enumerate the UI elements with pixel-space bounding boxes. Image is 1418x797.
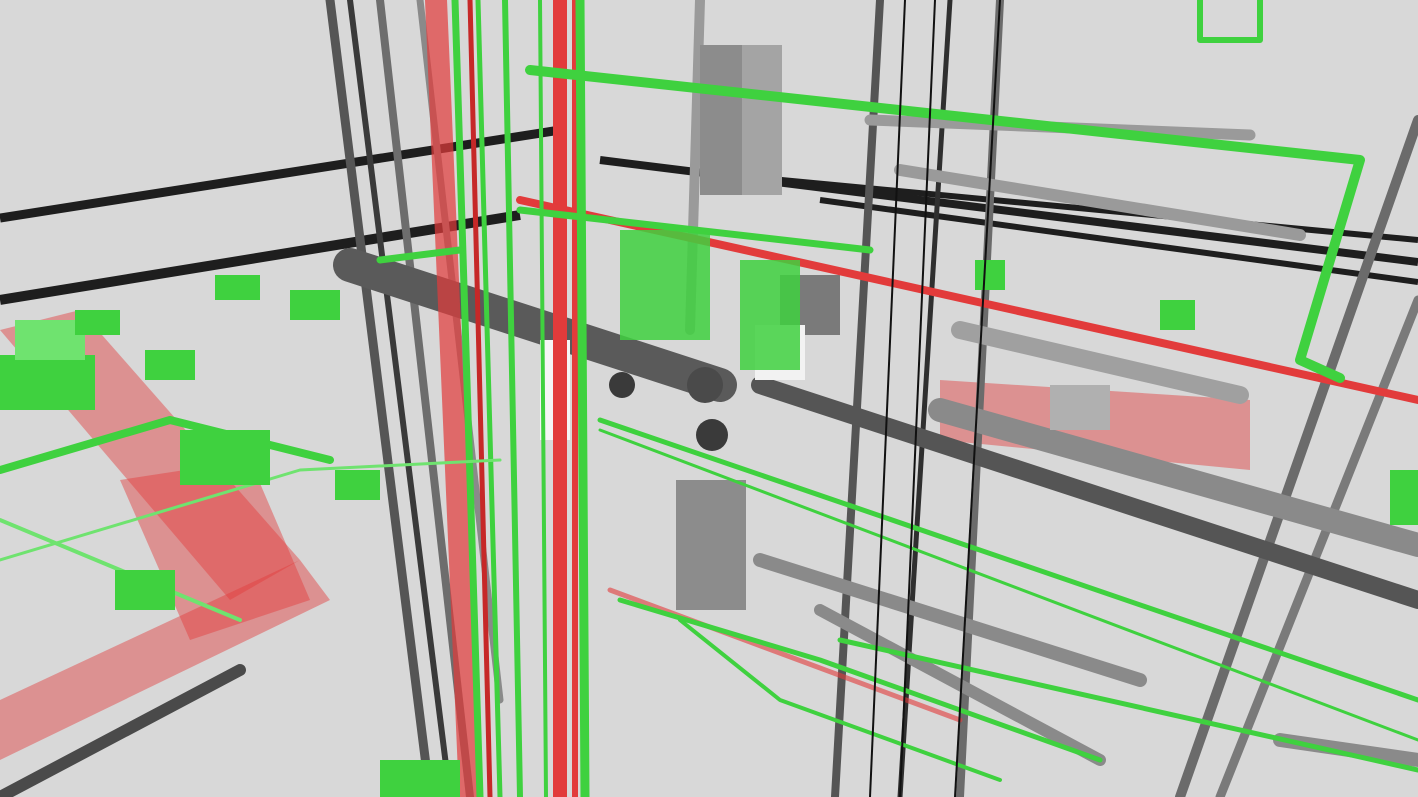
model-viewport[interactable]	[0, 0, 1418, 797]
bim-3d-scene[interactable]	[0, 0, 1418, 797]
